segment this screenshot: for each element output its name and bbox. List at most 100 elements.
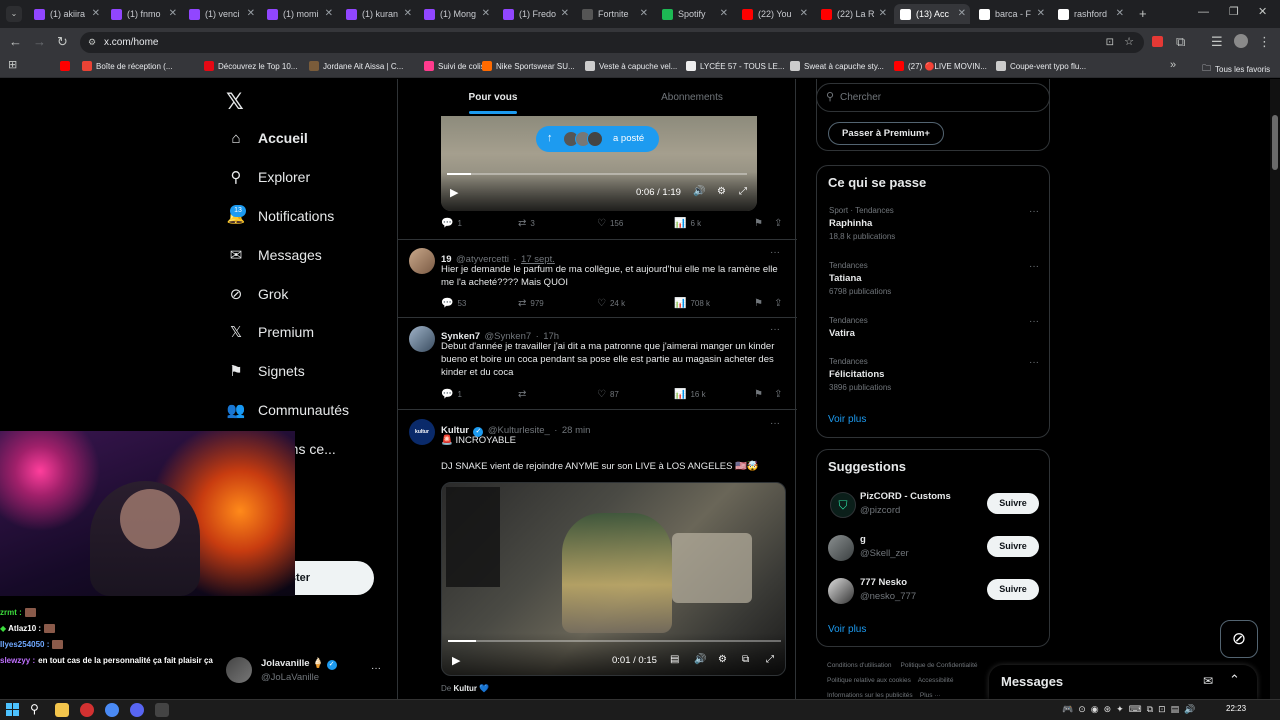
expand-icon[interactable]: ⌃ [1229,672,1240,688]
follow-button[interactable]: Suivre [987,536,1039,557]
restore-icon[interactable]: ❐ [1229,7,1239,18]
tab-close-icon[interactable]: ✕ [92,8,100,19]
suggestion-item[interactable]: ⛉ PizCORD - Customs @pizcord Suivre [827,489,1039,523]
video-player[interactable]: ▶ 0:01 / 0:15 ▤ 🔊 ⚙ ⧉ ⤢ [441,482,786,676]
site-info-icon[interactable]: ⚙ [88,32,96,53]
follow-button[interactable]: Suivre [987,579,1039,600]
browser-tab[interactable]: (22) You ✕ [736,4,812,24]
tab-close-icon[interactable]: ✕ [640,8,648,19]
discord-icon[interactable] [130,703,144,717]
new-posts-pill[interactable]: ↑ a posté [536,126,659,152]
attribution-name[interactable]: Kultur 💙 [453,684,489,693]
messages-drawer[interactable]: Messages ✉ ⌃ [989,665,1257,699]
tab-close-icon[interactable]: ✕ [1116,8,1124,19]
account-switcher[interactable]: Jolavanille 🍦 ✓ @JoLaVanille ··· [226,655,386,687]
nav-item-8[interactable]: 👥 Communautés [226,399,349,421]
fullscreen-icon[interactable]: ⤢ [739,186,747,197]
star-icon[interactable]: ☆ [1124,32,1134,53]
tweet-more-icon[interactable]: ··· [770,247,780,258]
tweet-more-icon[interactable]: ··· [770,418,780,429]
url-input[interactable]: ⚙ x.com/home ⊡ ☆ [80,32,1144,53]
tweet-more-icon[interactable]: ··· [770,324,780,335]
bookmark-button[interactable]: ⚑ [754,218,767,229]
settings-icon[interactable]: ⚙ [718,654,727,665]
nav-item-2[interactable]: ⚲ Explorer [226,166,311,188]
share-button[interactable]: ⇪ [774,218,786,229]
trend-more-icon[interactable]: ··· [1029,316,1039,327]
tab-close-icon[interactable]: ✕ [958,8,966,19]
x-logo[interactable]: 𝕏 [226,89,244,115]
pip-icon[interactable]: ⧉ [742,654,749,665]
trend-more-icon[interactable]: ··· [1029,357,1039,368]
account-more-icon[interactable]: ··· [371,663,381,674]
nav-item-6[interactable]: 𝕏 Premium [226,321,314,343]
back-icon[interactable]: ← [9,35,22,48]
bookmark-item[interactable]: Jordane Ait Aissa | C... [309,61,403,71]
video-progress-track[interactable] [447,173,747,175]
repost-button[interactable]: ⇄ 979 [518,298,544,309]
tab-close-icon[interactable]: ✕ [482,8,490,19]
fullscreen-icon[interactable]: ⤢ [766,654,774,665]
repost-button[interactable]: ⇄ 3 [518,218,535,229]
tab-close-icon[interactable]: ✕ [247,8,255,19]
page-scrollbar[interactable] [1270,79,1280,699]
bookmark-button[interactable]: ⚑ [754,389,767,400]
bookmark-item[interactable]: Boîte de réception (... [82,61,173,71]
captions-icon[interactable]: ▤ [670,654,679,665]
new-message-icon[interactable]: ✉ [1203,674,1213,688]
trend-item[interactable]: Sport · Tendances Raphinha 18,8 k publicat… [829,206,895,241]
scrollbar-thumb[interactable] [1272,115,1278,170]
clock[interactable]: 22:23 [1226,704,1246,713]
tweet[interactable]: Synken7 @Synken7 · 17h ··· Debut d'année… [398,318,797,410]
browser-tab[interactable]: (1) fnmo ✕ [105,4,181,24]
tweet[interactable]: kultur Kultur ✓ @Kulturlesite_ · 28 min … [398,410,797,699]
footer-link[interactable]: Accessibilité [918,677,954,684]
like-button[interactable]: ♡ 24 k [597,298,625,309]
volume-icon[interactable]: 🔊 [693,186,705,197]
bookmark-item[interactable]: Coupe-vent typo flu... [996,61,1086,71]
footer-link[interactable]: Informations sur les publicités [827,692,913,699]
grok-float-icon[interactable]: ⊘ [1220,620,1258,658]
views-button[interactable]: 📊 708 k [674,298,710,309]
play-icon[interactable]: ▶ [450,186,458,199]
views-button[interactable]: 📊 16 k [674,389,706,400]
tab-close-icon[interactable]: ✕ [169,8,177,19]
author-avatar[interactable]: kultur [409,419,435,445]
tab-following[interactable]: Abonnements [597,79,787,116]
install-icon[interactable]: ⊡ [1106,32,1114,53]
tab-for-you[interactable]: Pour vous [398,79,588,116]
bookmark-item[interactable]: Suivi de colis [424,61,485,71]
bookmark-item[interactable]: LYCÉE 57 - TOUS LE... [686,61,784,71]
browser-tab[interactable]: Spotify ✕ [656,4,732,24]
tab-close-icon[interactable]: ✕ [879,8,887,19]
author-avatar[interactable] [409,326,435,352]
browser-tab[interactable]: Fortnite ✕ [576,4,652,24]
share-button[interactable]: ⇪ [774,389,786,400]
media-icon[interactable]: ☰ [1211,35,1223,48]
browser-tab[interactable]: (1) kuran ✕ [340,4,416,24]
browser-tab[interactable]: (13) Acc ✕ [894,4,970,24]
tab-close-icon[interactable]: ✕ [1037,8,1045,19]
trend-more-icon[interactable]: ··· [1029,206,1039,217]
author-avatar[interactable] [409,248,435,274]
chrome-menu-icon[interactable]: ⋮ [1258,35,1271,48]
play-icon[interactable]: ▶ [452,654,460,667]
video-progress-track[interactable] [448,640,781,642]
suggestion-item[interactable]: g @Skell_zer Suivre [827,532,1039,566]
trend-more-icon[interactable]: ··· [1029,261,1039,272]
tab-close-icon[interactable]: ✕ [720,8,728,19]
bookmark-item[interactable] [60,61,74,71]
footer-link[interactable]: Plus ··· [920,692,941,699]
volume-icon[interactable]: 🔊 [694,654,706,665]
bookmark-item[interactable]: Sweat à capuche sty... [790,61,884,71]
tweet[interactable]: 19 @atyvercetti · 17 sept. ··· Hier je d… [398,240,797,318]
bookmark-item[interactable]: Découvrez le Top 10... [204,61,297,71]
share-button[interactable]: ⇪ [774,298,786,309]
nav-item-4[interactable]: ✉ Messages [226,244,322,266]
browser-tab[interactable]: (22) La R ✕ [815,4,891,24]
search-icon[interactable]: ⚲ [30,702,39,716]
system-tray[interactable]: 🎮⊙◉⊛✦⌨⧉⊡▤🔊 [1062,704,1200,715]
nav-item-7[interactable]: ⚑ Signets [226,360,304,382]
nav-item-5[interactable]: ⊘ Grok [226,283,289,305]
like-button[interactable]: ♡ 87 [597,389,619,400]
